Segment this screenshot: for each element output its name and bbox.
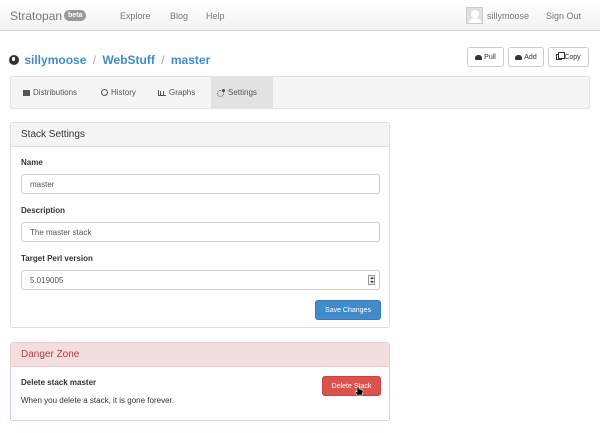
description-label: Description [21, 206, 66, 215]
hand-cursor-icon [354, 386, 364, 396]
delete-heading: Delete stack master [21, 378, 97, 387]
copy-icon [556, 52, 566, 60]
perl-version-select[interactable]: 5.019005 [21, 270, 380, 290]
nav-help[interactable]: Help [206, 11, 225, 21]
stack-tabs: Distributions History Graphs Settings [10, 76, 590, 109]
danger-zone-panel: Danger Zone Delete stack master When you… [10, 342, 390, 421]
tab-label: Graphs [169, 88, 196, 97]
name-label: Name [21, 158, 43, 167]
cloud-upload-icon [515, 54, 523, 60]
add-button[interactable]: Add [508, 47, 544, 67]
breadcrumb-repo[interactable]: WebStuff [102, 53, 154, 67]
brand-logo[interactable]: Stratopan [10, 9, 62, 23]
breadcrumb: sillymoose / WebStuff / master [9, 53, 210, 67]
tab-label: Distributions [33, 88, 78, 97]
nav-signout[interactable]: Sign Out [546, 11, 581, 21]
box-icon [23, 89, 30, 96]
tab-graphs[interactable]: Graphs [152, 77, 201, 108]
breadcrumb-user[interactable]: sillymoose [24, 53, 86, 67]
beta-badge: beta [64, 10, 87, 21]
add-label: Add [524, 53, 537, 61]
breadcrumb-separator: / [92, 53, 97, 67]
save-changes-button[interactable]: Save Changes [315, 300, 381, 320]
panel-title: Stack Settings [11, 123, 389, 147]
nav-blog[interactable]: Blog [170, 11, 188, 21]
name-field[interactable]: master [21, 174, 380, 194]
perl-version-value: 5.019005 [30, 276, 64, 285]
tab-label: Settings [228, 88, 257, 97]
breadcrumb-stack[interactable]: master [171, 53, 210, 67]
chart-icon [158, 89, 166, 96]
top-navbar: Stratopan beta Explore Blog Help sillymo… [0, 0, 600, 31]
cloud-download-icon [475, 54, 483, 60]
clock-icon [101, 89, 108, 96]
stack-settings-panel: Stack Settings Name master Description T… [10, 122, 390, 328]
globe-icon [9, 55, 19, 65]
copy-button[interactable]: Copy [548, 47, 589, 67]
select-arrow-icon [368, 275, 375, 285]
breadcrumb-separator: / [161, 53, 165, 67]
avatar[interactable] [466, 7, 483, 24]
panel-title: Danger Zone [11, 343, 389, 367]
copy-label: Copy [564, 53, 581, 61]
pull-label: Pull [484, 53, 496, 61]
nav-explore[interactable]: Explore [120, 11, 151, 21]
description-field[interactable]: The master stack [21, 222, 380, 242]
tab-distributions[interactable]: Distributions [17, 77, 83, 108]
tab-label: History [111, 88, 136, 97]
delete-warning: When you delete a stack, it is gone fore… [21, 396, 174, 405]
nav-username[interactable]: sillymoose [487, 11, 529, 21]
tab-history[interactable]: History [95, 77, 142, 108]
delete-stack-button[interactable]: Delete Stack [322, 376, 381, 396]
gear-icon [217, 89, 225, 97]
pull-button[interactable]: Pull [467, 47, 504, 67]
perl-version-label: Target Perl version [21, 254, 93, 263]
tab-settings[interactable]: Settings [211, 77, 273, 108]
